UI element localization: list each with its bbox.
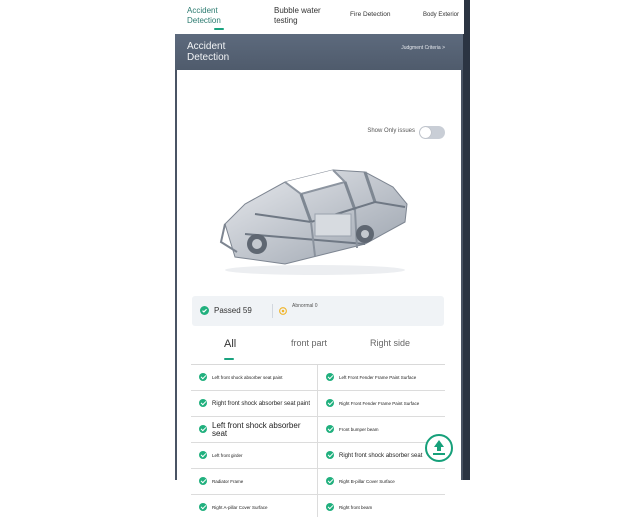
top-tab-label: Accident Detection	[187, 6, 221, 25]
check-circle-icon	[199, 451, 207, 459]
table-row: Right front shock absorber seat paint Ri…	[191, 391, 445, 417]
show-issues-toggle[interactable]	[419, 126, 445, 139]
item-label: Right front beam	[339, 504, 373, 510]
check-circle-icon	[326, 503, 334, 511]
inspection-item[interactable]: Left front girder	[191, 443, 318, 468]
table-row: Left front shock absorber seat Front bum…	[191, 417, 445, 443]
item-label: Right B-pillar Cover Surface	[339, 478, 395, 484]
top-tab-bubble-water[interactable]: Bubble water testing	[274, 6, 321, 26]
table-row: Left front shock absorber seat paint Lef…	[191, 365, 445, 391]
inspection-items-grid: Left front shock absorber seat paint Lef…	[191, 364, 445, 517]
phone-screen: Accident Detection Judgment Criteria > S…	[175, 34, 463, 517]
tab-all[interactable]: All	[224, 338, 236, 350]
item-label: Left Front Fender Frame Paint Surface	[339, 374, 417, 380]
show-issues-label: Show Only issues	[367, 128, 415, 134]
item-label: Right A-pillar Cover Surface	[212, 504, 268, 510]
background-dark-strip	[463, 0, 470, 480]
table-row: Right A-pillar Cover Surface Right front…	[191, 495, 445, 517]
inspection-item[interactable]: Left front shock absorber seat	[191, 417, 318, 442]
inspection-item[interactable]: Front bumper beam	[318, 417, 445, 442]
top-tab-accident-detection[interactable]: Accident Detection	[187, 6, 221, 26]
judgment-criteria-link[interactable]: Judgment Criteria >	[401, 45, 445, 51]
check-circle-icon	[326, 477, 334, 485]
abnormal-count: Abnormal 0	[292, 303, 318, 309]
top-tab-label: Fire Detection	[350, 11, 391, 18]
item-label: Left front girder	[212, 452, 243, 458]
top-tab-indicator	[214, 28, 224, 30]
check-circle-icon	[326, 451, 334, 459]
inspection-item[interactable]: Right Front Fender Frame Paint Surface	[318, 391, 445, 416]
inspection-item[interactable]: Left front shock absorber seat paint	[191, 365, 318, 390]
item-label: Front bumper beam	[339, 426, 379, 432]
upload-button[interactable]	[425, 434, 453, 462]
tab-right-side[interactable]: Right side	[370, 338, 410, 348]
inspection-item[interactable]: Right B-pillar Cover Surface	[318, 469, 445, 494]
top-tab-fire-detection[interactable]: Fire Detection	[350, 10, 390, 20]
tab-front-part[interactable]: front part	[291, 338, 327, 348]
result-card: Show Only issues Passed 59 Abnormal 0 Al…	[177, 70, 461, 517]
item-label: Left front shock absorber seat paint	[212, 374, 283, 380]
top-tab-label: Bubble water testing	[274, 6, 321, 25]
inspection-item[interactable]: Right front shock absorber seat paint	[191, 391, 318, 416]
warning-circle-icon	[279, 307, 287, 315]
toggle-knob	[420, 127, 431, 138]
category-tabs: All front part Right side	[192, 332, 444, 364]
item-label: Right front shock absorber seat paint	[212, 400, 311, 407]
check-circle-icon	[326, 399, 334, 407]
item-label: Right Front Fender Frame Paint Surface	[339, 400, 420, 406]
check-circle-icon	[199, 503, 207, 511]
check-circle-icon	[200, 306, 209, 315]
top-tab-bar: Accident Detection Bubble water testing …	[174, 0, 464, 34]
inspection-item[interactable]: Right front beam	[318, 495, 445, 517]
item-label: Radiator Frame	[212, 478, 244, 484]
top-tab-label: Body Exterior	[423, 12, 460, 18]
check-circle-icon	[326, 373, 334, 381]
check-circle-icon	[199, 373, 207, 381]
page-title: Accident Detection	[187, 41, 230, 63]
check-circle-icon	[199, 425, 207, 433]
inspection-item[interactable]: Right A-pillar Cover Surface	[191, 495, 318, 517]
table-row: Left front girder Right front shock abso…	[191, 443, 445, 469]
check-circle-icon	[326, 425, 334, 433]
tab-indicator	[224, 358, 234, 360]
inspection-summary: Passed 59 Abnormal 0	[192, 296, 444, 326]
car-body-frame-image	[219, 169, 408, 275]
detection-header: Accident Detection Judgment Criteria >	[175, 34, 463, 70]
check-circle-icon	[199, 399, 207, 407]
table-row: Radiator Frame Right B-pillar Cover Surf…	[191, 469, 445, 495]
top-tab-body-exterior[interactable]: Body Exterior	[423, 10, 459, 20]
inspection-item[interactable]: Left Front Fender Frame Paint Surface	[318, 365, 445, 390]
check-circle-icon	[199, 477, 207, 485]
item-label: Left front shock absorber seat	[212, 420, 301, 438]
inspection-item[interactable]: Radiator Frame	[191, 469, 318, 494]
summary-divider	[272, 304, 273, 318]
passed-count: Passed 59	[214, 306, 252, 315]
item-label: Right front shock absorber seat	[339, 452, 423, 459]
